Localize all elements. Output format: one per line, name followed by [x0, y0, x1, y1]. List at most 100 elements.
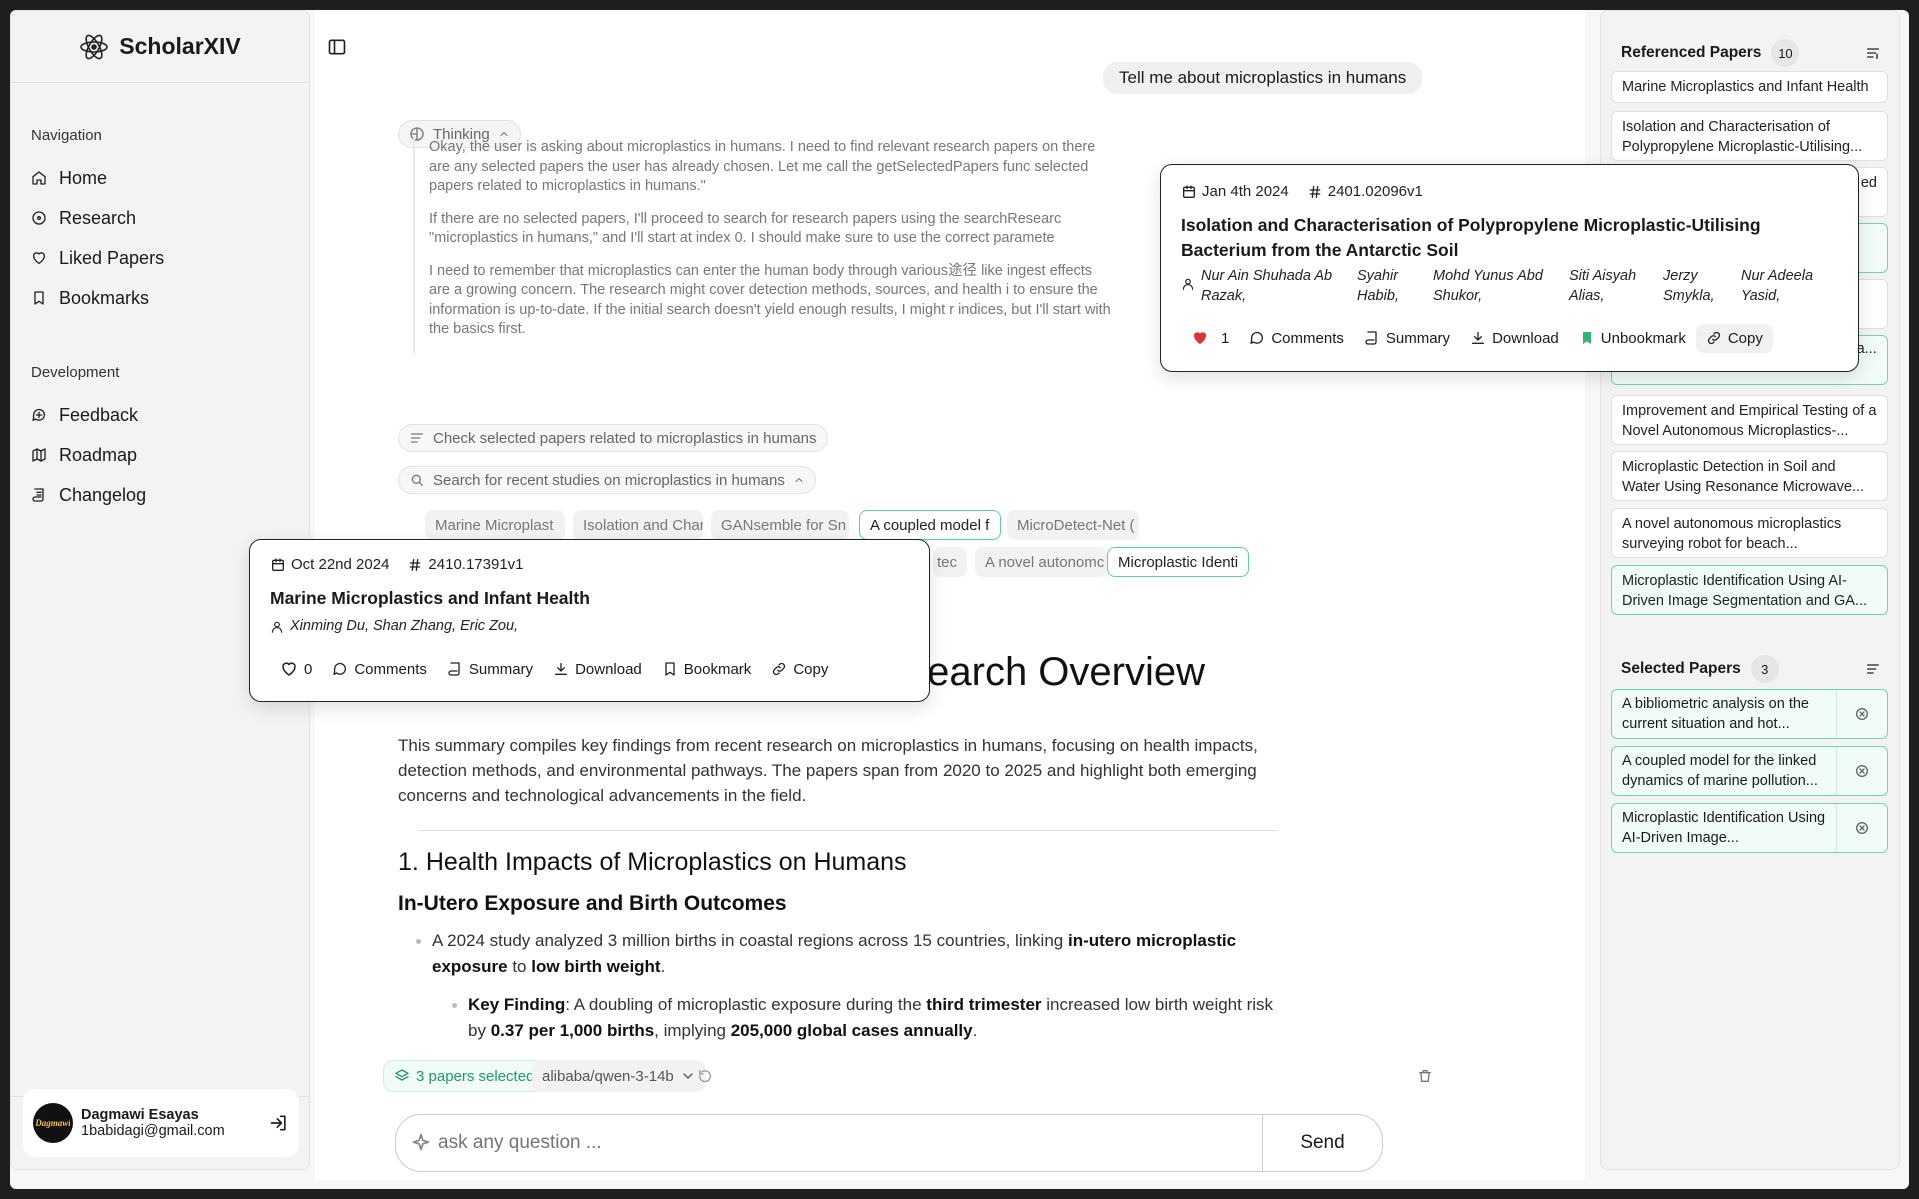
app-name: ScholarXIV	[119, 33, 241, 59]
nav-item-home[interactable]: Home	[31, 158, 289, 198]
selected-paper[interactable]: Microplastic Identification Using AI-Dri…	[1611, 803, 1888, 853]
download-icon	[555, 663, 568, 675]
nav-item-research[interactable]: Research	[31, 198, 289, 238]
selected-count-label: 3 papers selected	[416, 1067, 535, 1085]
author-line: Razak,	[1201, 287, 1247, 304]
text: A 2024 study analyzed 3 million births i…	[432, 931, 1068, 950]
paper-title[interactable]: Marine Microplastics and Infant Health	[270, 586, 590, 611]
author: Nur Adeela Yasid,	[1741, 267, 1831, 306]
referenced-paper[interactable]: A novel autonomous microplastics surveyi…	[1611, 508, 1888, 558]
paper-title[interactable]: Isolation and Characterisation of Polypr…	[1181, 213, 1841, 263]
text: : A doubling of microplastic exposure du…	[565, 995, 927, 1014]
comment-icon	[1250, 331, 1264, 344]
model-label: alibaba/qwen-3-14b	[542, 1067, 674, 1085]
sort-icon[interactable]	[1865, 661, 1881, 677]
selected-paper[interactable]: A coupled model for the linked dynamics …	[1611, 746, 1888, 796]
bookmark-icon	[34, 291, 44, 305]
author-line: Alias,	[1569, 287, 1605, 304]
selected-papers-pill[interactable]: 3 papers selected	[383, 1060, 546, 1092]
nav-item-changelog[interactable]: Changelog	[31, 475, 289, 515]
download-button[interactable]: Download	[543, 655, 652, 684]
like-button[interactable]: 1	[1181, 323, 1239, 353]
user-email: 1babidagi@gmail.com	[81, 1123, 225, 1139]
paper-tag[interactable]: A novel autonomc	[975, 547, 1107, 577]
author: Jerzy Smykla,	[1663, 267, 1735, 306]
like-count: 0	[304, 660, 313, 678]
paper-tag[interactable]: GANsemble for Sn	[711, 510, 849, 540]
nav-item-label: Home	[59, 167, 108, 188]
selected-paper-title: A coupled model for the linked dynamics …	[1612, 747, 1837, 795]
referenced-heading: Referenced Papers	[1621, 44, 1762, 61]
brand[interactable]: ScholarXIV	[11, 11, 309, 83]
nav-item-bookmarks[interactable]: Bookmarks	[31, 278, 289, 318]
referenced-paper[interactable]: Isolation and Characterisation of Polypr…	[1611, 111, 1888, 161]
bookmark-button[interactable]: Bookmark	[652, 655, 762, 684]
referenced-paper-selected[interactable]: Microplastic Identification Using AI-Dri…	[1611, 565, 1888, 615]
avatar: Dagmawi	[33, 1103, 73, 1143]
download-label: Download	[575, 660, 642, 678]
sort-icon[interactable]	[1865, 45, 1881, 61]
bold-text: third trimester	[926, 995, 1042, 1014]
dev-heading: Development	[31, 364, 120, 381]
paper-tag[interactable]: Marine Microplast	[425, 510, 565, 540]
heart-icon	[33, 252, 45, 264]
bold-text: low birth weight	[531, 957, 661, 976]
summary-button[interactable]: Summary	[437, 655, 543, 684]
sidebar-toggle-button[interactable]	[327, 37, 347, 62]
unbookmark-button[interactable]: Unbookmark	[1569, 324, 1696, 353]
user-icon	[1182, 278, 1194, 290]
nav-item-liked-papers[interactable]: Liked Papers	[31, 238, 289, 278]
referenced-paper[interactable]: Marine Microplastics and Infant Health	[1611, 71, 1888, 103]
logout-icon[interactable]	[269, 1113, 289, 1133]
paper-meta: Oct 22nd 2024 2410.17391v1	[270, 556, 524, 573]
remove-button[interactable]	[1837, 690, 1887, 738]
chat-input[interactable]	[432, 1115, 1262, 1171]
sparkle-icon	[412, 1133, 430, 1151]
nav-item-label: Bookmarks	[59, 287, 150, 308]
paper-tag[interactable]: Isolation and Char	[573, 510, 703, 540]
paper-tag-selected[interactable]: A coupled model f	[859, 510, 1001, 540]
selected-paper[interactable]: A bibliometric analysis on the current s…	[1611, 689, 1888, 739]
model-select[interactable]: alibaba/qwen-3-14b	[532, 1060, 706, 1092]
feedback-icon	[32, 408, 45, 421]
nav-item-roadmap[interactable]: Roadmap	[31, 435, 289, 475]
paper-tag[interactable]: MicroDetect-Net (	[1007, 510, 1139, 540]
bold-text: Key Finding	[468, 995, 566, 1014]
clear-chat-button[interactable]	[1413, 1060, 1437, 1092]
paper-tag[interactable]: tec	[933, 547, 967, 577]
comments-button[interactable]: Comments	[322, 655, 437, 684]
thinking-para: I need to remember that microplastics ca…	[429, 262, 1111, 338]
summary-label: Summary	[1385, 329, 1451, 347]
copy-button[interactable]: Copy	[1695, 323, 1773, 353]
paper-meta: Jan 4th 2024 2401.02096v1	[1181, 183, 1423, 200]
comments-button[interactable]: Comments	[1239, 324, 1354, 353]
nav-item-feedback[interactable]: Feedback	[31, 395, 289, 435]
selected-paper-title: A bibliometric analysis on the current s…	[1612, 690, 1837, 738]
hash-icon	[410, 558, 421, 571]
id-text: 2401.02096v1	[1327, 183, 1423, 200]
comments-label: Comments	[354, 660, 427, 678]
like-button[interactable]: 0	[270, 654, 322, 684]
download-button[interactable]: Download	[1460, 324, 1569, 353]
user-card[interactable]: Dagmawi Dagmawi Esayas 1babidagi@gmail.c…	[23, 1089, 299, 1157]
section-number: 1.	[398, 848, 419, 876]
user-name: Dagmawi Esayas	[81, 1107, 199, 1123]
compass-icon	[32, 211, 46, 225]
refresh-button[interactable]	[693, 1060, 717, 1092]
referenced-paper[interactable]: Microplastic Detection in Soil and Water…	[1611, 451, 1888, 501]
send-button[interactable]: Send	[1262, 1115, 1382, 1171]
paper-tag-selected[interactable]: Microplastic Identi	[1107, 547, 1249, 577]
remove-button[interactable]	[1837, 747, 1887, 795]
copy-button[interactable]: Copy	[761, 655, 838, 684]
bold-text: 205,000 global cases annually	[730, 1021, 973, 1040]
referenced-paper[interactable]: Improvement and Empirical Testing of a N…	[1611, 395, 1888, 445]
summary-button[interactable]: Summary	[1354, 324, 1460, 353]
tool-step-search[interactable]: Search for recent studies on microplasti…	[398, 466, 816, 494]
layers-icon	[395, 1069, 409, 1081]
atom-logo-icon	[80, 34, 109, 59]
remove-button[interactable]	[1837, 804, 1887, 852]
tool-step-check-selected[interactable]: Check selected papers related to micropl…	[398, 424, 828, 452]
text: by	[468, 1021, 491, 1040]
author: Mohd Yunus Abd Shukor,	[1433, 267, 1563, 306]
nav-item-label: Liked Papers	[59, 247, 165, 268]
